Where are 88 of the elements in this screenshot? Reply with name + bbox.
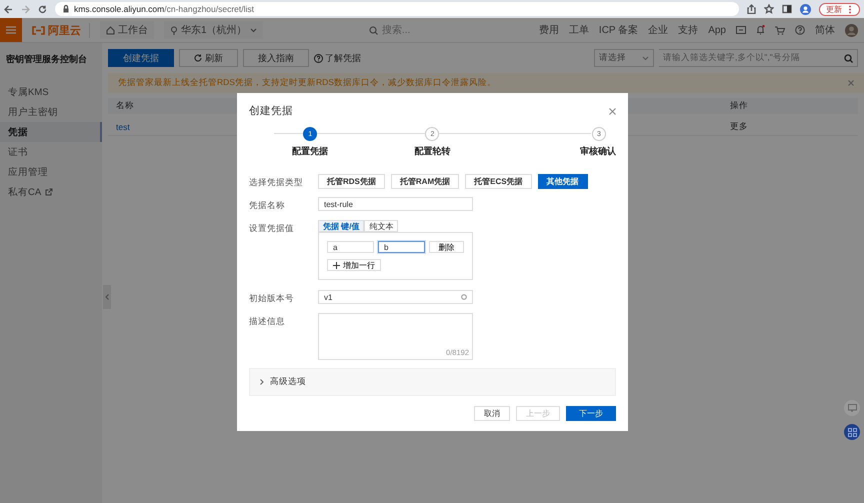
url-text: kms.console.aliyun.com/cn-hangzhou/secret/list (74, 4, 254, 14)
sidebar-item[interactable]: 私有CA (0, 182, 102, 202)
language-link[interactable]: 简体 (815, 23, 835, 37)
menu-icon (6, 26, 16, 34)
feedback-button[interactable] (844, 400, 860, 416)
nav-link[interactable]: App (708, 24, 726, 36)
create-button[interactable]: 创建凭据 (108, 49, 174, 67)
field-label: 选择凭据类型 (249, 176, 304, 189)
key-field[interactable]: a (327, 241, 374, 253)
bell-icon[interactable] (756, 25, 765, 35)
filter-select[interactable]: 请选择 (594, 49, 654, 67)
value-field[interactable]: b (378, 241, 425, 253)
caret-right-icon (260, 379, 264, 385)
workbench-button[interactable]: 工作台 (100, 21, 154, 39)
cancel-button[interactable]: 取消 (474, 406, 510, 421)
next-button[interactable]: 下一步 (566, 406, 616, 421)
region-selector[interactable]: 华东1（杭州） (164, 21, 263, 39)
nav-link[interactable]: 工单 (568, 23, 589, 37)
guide-button[interactable]: 接入指南 (243, 49, 309, 67)
help-icon (314, 54, 323, 62)
help-link[interactable]: 了解凭据 (314, 52, 361, 64)
type-option[interactable]: 托管ECS凭据 (465, 174, 532, 189)
close-icon[interactable] (848, 80, 854, 86)
field-label: 设置凭据值 (249, 222, 295, 235)
search-icon (844, 54, 853, 62)
sidebar-item[interactable]: 凭据 (0, 122, 102, 142)
monitor-icon[interactable] (736, 26, 746, 34)
version-field[interactable]: v1 (318, 290, 473, 304)
sidebar-item[interactable]: 证书 (0, 142, 102, 162)
notice-text: 凭据管家最新上线全托管RDS凭据，支持定时更新RDS数据库口令，减少数据库口令泄露风险。 (118, 77, 496, 89)
pin-icon (170, 26, 178, 34)
sidebar-icon[interactable] (782, 4, 792, 14)
search-field[interactable]: 请输入筛选关键字,多个以","号分隔 (659, 49, 858, 67)
nav-link[interactable]: 费用 (538, 23, 559, 37)
sidebar-item[interactable]: 用户主密钥 (0, 102, 102, 122)
step-label: 审核确认 (580, 145, 616, 158)
delete-button[interactable]: 删除 (428, 241, 464, 253)
share-icon[interactable] (747, 4, 756, 14)
search-icon (368, 26, 378, 34)
value-tab[interactable]: 纯文本 (364, 220, 398, 232)
collapse-handle[interactable] (103, 285, 111, 309)
advanced-options[interactable]: 高级选项 (249, 368, 616, 396)
step-label: 配置轮转 (414, 145, 450, 158)
type-option[interactable]: 托管RDS凭据 (318, 174, 385, 189)
nav-link[interactable]: 支持 (678, 23, 698, 37)
logo-icon (32, 26, 45, 34)
lock-icon (63, 5, 69, 13)
more-icon (847, 4, 853, 14)
menu-button[interactable] (0, 18, 22, 42)
field-label: 初始版本号 (249, 292, 295, 305)
nav-link[interactable]: ICP 备案 (598, 23, 638, 37)
chevron-down-icon (250, 28, 257, 32)
column-header: 操作 (730, 100, 748, 112)
refresh-button[interactable]: 刷新 (179, 49, 238, 67)
grid-icon (848, 428, 856, 436)
nav-link[interactable]: 企业 (648, 23, 668, 37)
chevron-down-icon (642, 56, 649, 60)
more-link[interactable]: 更多 (730, 121, 748, 133)
update-button[interactable]: 更新 (819, 2, 860, 16)
cart-icon[interactable] (775, 26, 785, 34)
add-row-button[interactable]: 增加一行 (327, 259, 381, 271)
plus-icon (333, 262, 340, 268)
external-link-icon (45, 188, 54, 196)
help-icon[interactable] (795, 25, 805, 35)
address-bar[interactable]: kms.console.aliyun.com/cn-hangzhou/secret/list (55, 2, 739, 16)
chevron-left-icon (105, 294, 109, 300)
field-label: 描述信息 (249, 315, 286, 328)
dialog-title: 创建凭据 (249, 104, 293, 118)
sidebar-item[interactable]: 应用管理 (0, 162, 102, 182)
close-icon[interactable] (609, 108, 616, 114)
value-tab[interactable]: 凭据 键/值 (318, 220, 364, 232)
reload-icon[interactable] (38, 4, 47, 14)
star-icon[interactable] (764, 4, 774, 14)
type-option[interactable]: 托管RAM凭据 (390, 174, 460, 189)
back-icon[interactable] (4, 4, 13, 14)
avatar-icon[interactable] (845, 24, 858, 36)
console-title: 密钥管理服务控制台 (5, 53, 88, 66)
apps-button[interactable] (844, 424, 860, 440)
field-label: 凭据名称 (249, 199, 286, 212)
chat-icon (848, 404, 856, 412)
name-field[interactable]: test-rule (318, 197, 473, 211)
column-header: 名称 (116, 100, 134, 112)
home-icon (106, 26, 115, 34)
step-label: 配置凭据 (292, 145, 328, 158)
profile-icon[interactable] (800, 4, 811, 14)
type-option[interactable]: 其他凭据 (538, 174, 588, 189)
secret-link[interactable]: test (116, 122, 130, 132)
sidebar-item[interactable]: 专属KMS (0, 82, 102, 102)
